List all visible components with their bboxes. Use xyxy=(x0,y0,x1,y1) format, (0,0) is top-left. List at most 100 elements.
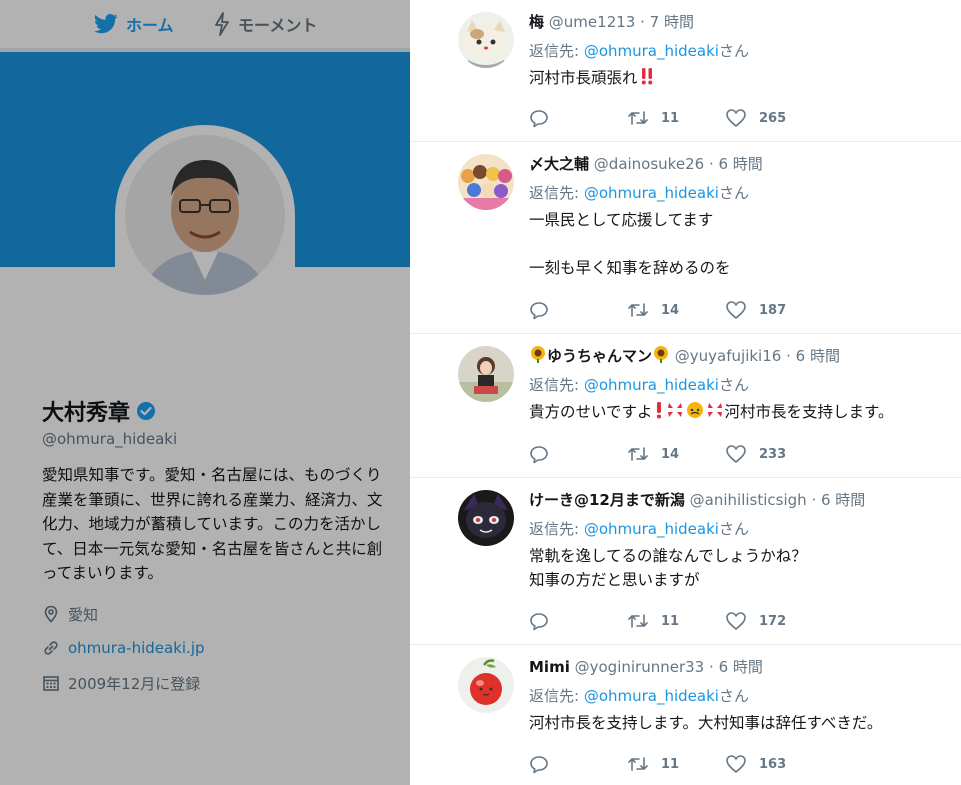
like-button[interactable]: 233 xyxy=(725,444,823,464)
tweet-author-handle[interactable]: @dainosuke26 xyxy=(594,155,704,173)
retweet-icon xyxy=(628,614,648,628)
tweet-timestamp[interactable]: 6 時間 xyxy=(821,491,865,509)
like-button[interactable]: 265 xyxy=(725,108,823,128)
retweet-count: 14 xyxy=(661,446,680,462)
profile-name-text: 大村秀章 xyxy=(42,401,131,426)
tweet-author-name[interactable]: 梅 xyxy=(529,13,544,31)
tweet-text: 常軌を逸してるの誰なんでしょうかね？ 知事の方だと思いますが xyxy=(529,547,807,589)
reply-button[interactable] xyxy=(529,611,627,631)
retweet-button[interactable]: 14 xyxy=(627,300,725,320)
reply-target-link[interactable]: @ohmura_hideaki xyxy=(584,184,719,202)
nav-home[interactable]: ホーム xyxy=(94,11,174,37)
nav-home-label: ホーム xyxy=(126,16,174,35)
profile-panel: ホーム モーメント 大村秀章 @ohmura_hideaki 愛知県知事です。愛… xyxy=(0,0,410,785)
tweet-text-body: 貴方のせいですよ xyxy=(529,403,653,421)
verified-icon xyxy=(137,402,156,420)
reply-target-link[interactable]: @ohmura_hideaki xyxy=(584,376,719,394)
reply-tweet[interactable]: Mimi @yoginirunner33 · 6 時間 返信先: @ohmura… xyxy=(410,645,961,785)
bird-icon xyxy=(94,14,118,34)
tweet-author-handle[interactable]: @anihilisticsigh xyxy=(690,491,807,509)
profile-website[interactable]: ohmura-hideaki.jp xyxy=(42,638,205,658)
user-avatar[interactable] xyxy=(458,154,514,210)
reply-button[interactable] xyxy=(529,444,627,464)
tweet-timestamp[interactable]: 6 時間 xyxy=(719,658,763,676)
reply-button[interactable] xyxy=(529,108,627,128)
like-button[interactable]: 172 xyxy=(725,611,823,631)
like-button[interactable]: 163 xyxy=(725,754,823,774)
tweet-timestamp[interactable]: 7 時間 xyxy=(650,13,694,31)
retweet-button[interactable]: 11 xyxy=(627,754,725,774)
tweet-header: 〆大之輔 @dainosuke26 · 6 時間 xyxy=(529,153,763,174)
reply-suffix: さん xyxy=(718,687,749,705)
tweet-header: Mimi @yoginirunner33 · 6 時間 xyxy=(529,656,763,677)
reply-target-link[interactable]: @ohmura_hideaki xyxy=(584,687,719,705)
profile-avatar[interactable] xyxy=(115,125,295,370)
user-avatar[interactable] xyxy=(458,490,514,546)
separator-dot: · xyxy=(640,13,645,31)
tweet-text: 河村市長を支持します。大村知事は辞任すべきだ。 xyxy=(529,714,883,732)
retweet-button[interactable]: 11 xyxy=(627,611,725,631)
anger-emoji-icon xyxy=(667,403,682,417)
like-count: 265 xyxy=(759,110,787,126)
reply-context: 返信先: @ohmura_hideakiさん xyxy=(529,40,749,61)
like-count: 233 xyxy=(759,446,787,462)
top-navigation: ホーム モーメント xyxy=(0,0,410,48)
like-button[interactable]: 187 xyxy=(725,300,823,320)
reply-target-link[interactable]: @ohmura_hideaki xyxy=(584,42,719,60)
retweet-count: 11 xyxy=(661,756,680,772)
retweet-count: 11 xyxy=(661,110,680,126)
retweet-icon xyxy=(628,303,648,317)
retweet-icon xyxy=(628,111,648,125)
tweet-author-name[interactable]: けーき@12月まで新潟 xyxy=(529,491,685,509)
reply-tweet[interactable]: 〆大之輔 @dainosuke26 · 6 時間 返信先: @ohmura_hi… xyxy=(410,142,961,334)
reply-prefix: 返信先: xyxy=(529,184,584,202)
lightning-icon xyxy=(215,12,229,36)
retweet-icon xyxy=(628,447,648,461)
heart-icon xyxy=(726,109,746,127)
separator-dot: · xyxy=(709,658,714,676)
tweet-author-handle[interactable]: @yuyafujiki16 xyxy=(675,347,782,365)
tweet-actions: 11 163 xyxy=(529,752,823,776)
tweet-actions: 11 265 xyxy=(529,106,823,130)
tweet-timestamp[interactable]: 6 時間 xyxy=(796,347,840,365)
reply-prefix: 返信先: xyxy=(529,520,584,538)
retweet-icon xyxy=(628,757,648,771)
tweet-text: 河村市長頑張れ xyxy=(529,66,656,90)
separator-dot: · xyxy=(708,155,714,173)
tweet-header: 梅 @ume1213 · 7 時間 xyxy=(529,11,694,32)
reply-button[interactable] xyxy=(529,754,627,774)
reply-suffix: さん xyxy=(718,184,749,202)
sunflower-emoji-icon xyxy=(654,346,669,363)
reply-icon xyxy=(530,110,548,128)
nav-moments-label: モーメント xyxy=(238,16,318,35)
retweet-count: 14 xyxy=(661,302,680,318)
tweet-author-handle[interactable]: @yoginirunner33 xyxy=(575,658,705,676)
profile-bio: 愛知県知事です。愛知・名古屋には、ものづくり産業を筆頭に、世界に誇れる産業力、経… xyxy=(42,466,383,582)
reply-target-link[interactable]: @ohmura_hideaki xyxy=(584,520,719,538)
heart-icon xyxy=(726,755,746,773)
profile-website-link[interactable]: ohmura-hideaki.jp xyxy=(68,639,205,657)
tweet-author-name[interactable]: ゆうちゃんマン xyxy=(547,347,652,365)
user-avatar[interactable] xyxy=(458,346,514,402)
retweet-button[interactable]: 11 xyxy=(627,108,725,128)
reply-tweet[interactable]: ゆうちゃんマン @yuyafujiki16 · 6 時間 返信先: @ohmur… xyxy=(410,334,961,478)
tweet-text-body: 河村市長頑張れ xyxy=(529,69,638,87)
reply-context: 返信先: @ohmura_hideakiさん xyxy=(529,518,749,539)
reply-button[interactable] xyxy=(529,300,627,320)
retweet-button[interactable]: 14 xyxy=(627,444,725,464)
profile-handle[interactable]: @ohmura_hideaki xyxy=(42,430,177,448)
reply-tweet[interactable]: 梅 @ume1213 · 7 時間 返信先: @ohmura_hideakiさん… xyxy=(410,0,961,142)
tweet-timestamp[interactable]: 6 時間 xyxy=(719,155,763,173)
replies-panel: 梅 @ume1213 · 7 時間 返信先: @ohmura_hideakiさん… xyxy=(410,0,961,785)
profile-display-name: 大村秀章 xyxy=(42,395,156,427)
like-count: 187 xyxy=(759,302,787,318)
nav-moments[interactable]: モーメント xyxy=(214,11,317,37)
user-avatar[interactable] xyxy=(458,12,514,68)
tweet-author-name[interactable]: 〆大之輔 xyxy=(529,155,589,173)
location-pin-icon xyxy=(44,605,58,623)
reply-prefix: 返信先: xyxy=(529,42,584,60)
tweet-author-name[interactable]: Mimi xyxy=(529,658,570,676)
tweet-author-handle[interactable]: @ume1213 xyxy=(549,13,636,31)
reply-tweet[interactable]: けーき@12月まで新潟 @anihilisticsigh · 6 時間 返信先:… xyxy=(410,478,961,645)
user-avatar[interactable] xyxy=(458,657,514,713)
